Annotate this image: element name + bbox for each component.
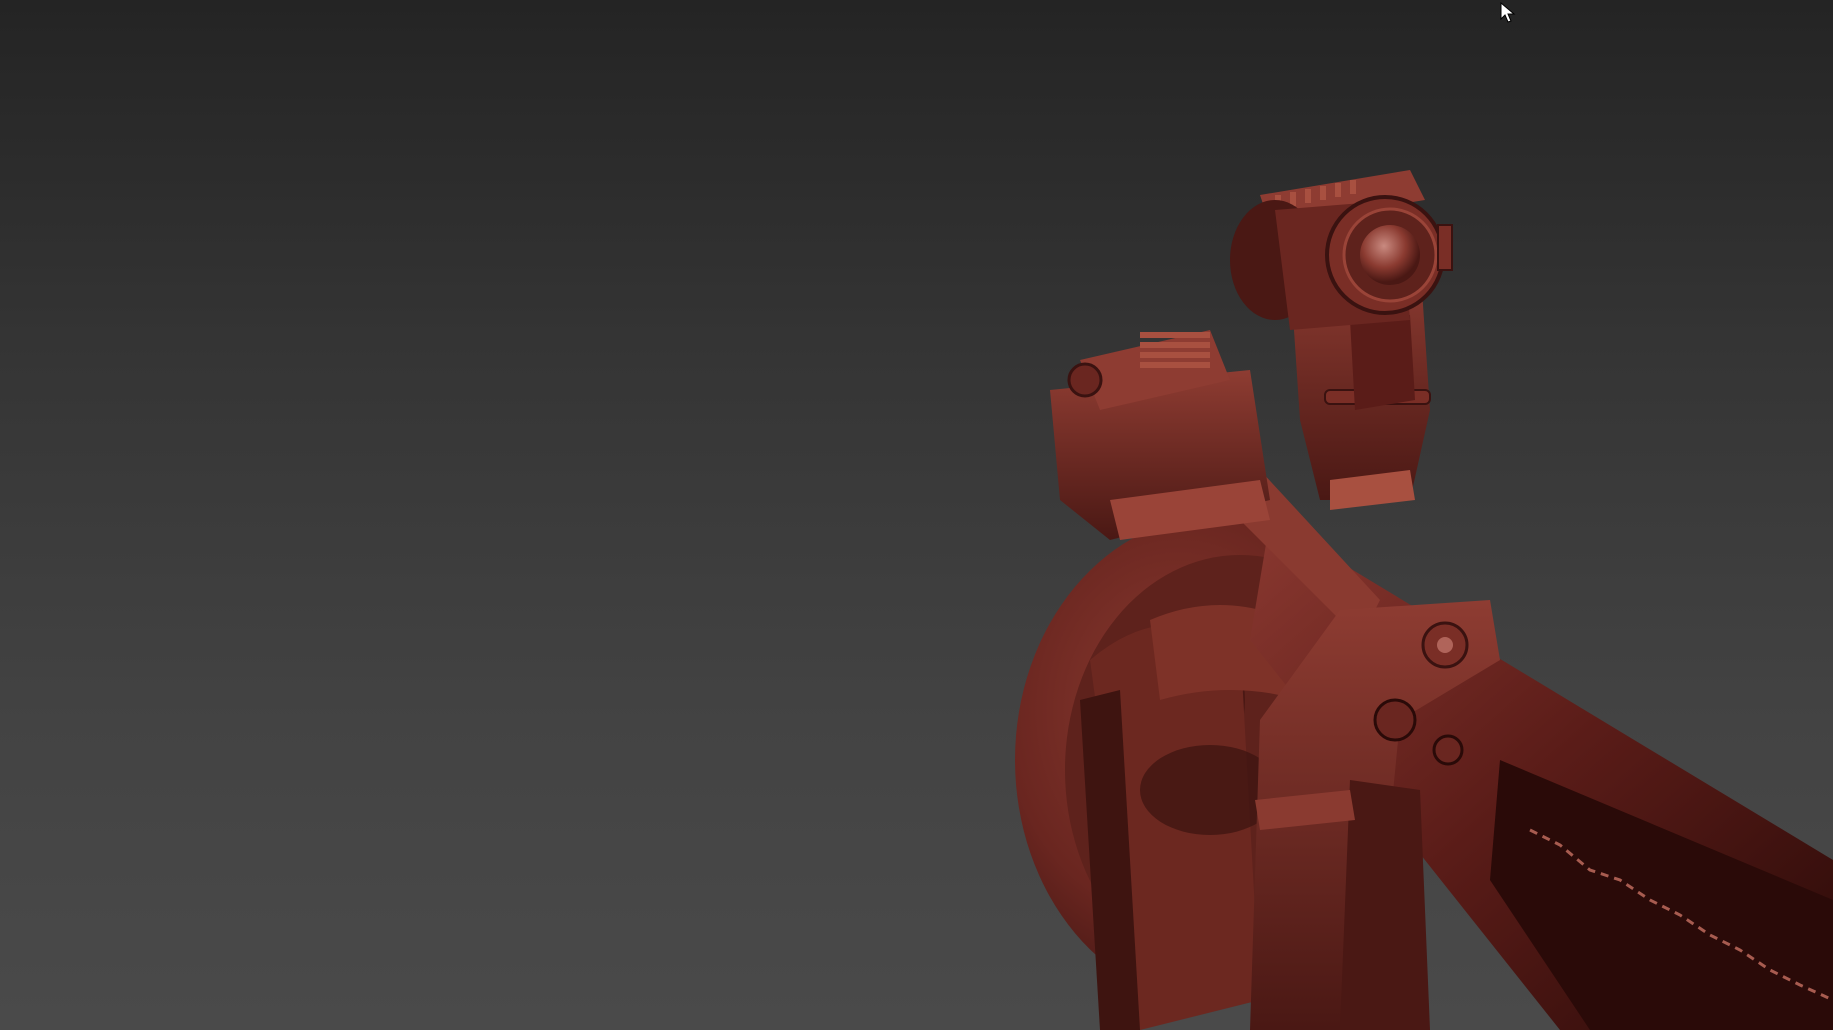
grenade-launcher-model[interactable] (0, 0, 1833, 1030)
3d-viewport[interactable] (0, 0, 1833, 1030)
arrow-pointer-icon (1500, 2, 1516, 23)
receiver (1050, 330, 1270, 540)
